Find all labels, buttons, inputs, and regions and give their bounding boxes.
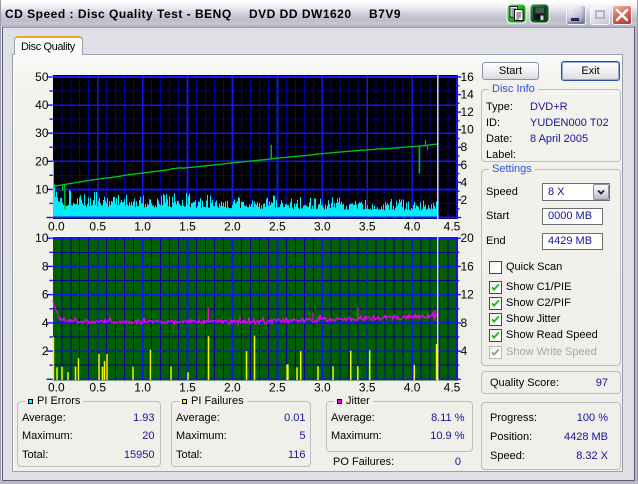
svg-text:0.5: 0.5 <box>89 220 106 234</box>
svg-text:3.0: 3.0 <box>314 381 331 395</box>
svg-text:1.5: 1.5 <box>179 381 196 395</box>
svg-text:10: 10 <box>461 123 475 137</box>
svg-text:8: 8 <box>461 140 468 154</box>
svg-text:4.0: 4.0 <box>404 220 421 234</box>
svg-text:12: 12 <box>461 105 475 119</box>
svg-text:4.5: 4.5 <box>444 381 461 395</box>
svg-text:1.0: 1.0 <box>134 381 151 395</box>
svg-text:2.0: 2.0 <box>224 381 241 395</box>
svg-text:2.5: 2.5 <box>269 220 286 234</box>
svg-text:3.5: 3.5 <box>359 381 376 395</box>
svg-text:4.0: 4.0 <box>404 381 421 395</box>
svg-text:1.0: 1.0 <box>134 220 151 234</box>
svg-text:0.0: 0.0 <box>48 381 65 395</box>
svg-text:16: 16 <box>461 259 475 273</box>
svg-text:2.5: 2.5 <box>269 381 286 395</box>
svg-text:6: 6 <box>461 158 468 172</box>
svg-text:20: 20 <box>461 231 475 245</box>
svg-text:2.0: 2.0 <box>224 220 241 234</box>
svg-text:4: 4 <box>461 175 468 189</box>
svg-text:0.5: 0.5 <box>89 381 106 395</box>
svg-text:14: 14 <box>461 88 475 102</box>
svg-text:16: 16 <box>461 70 475 84</box>
svg-text:3.0: 3.0 <box>314 220 331 234</box>
svg-text:3.5: 3.5 <box>359 220 376 234</box>
svg-text:8: 8 <box>461 316 468 330</box>
svg-text:0.0: 0.0 <box>48 220 65 234</box>
svg-text:4.5: 4.5 <box>444 220 461 234</box>
svg-text:1.5: 1.5 <box>179 220 196 234</box>
svg-text:2: 2 <box>461 193 468 207</box>
svg-text:4: 4 <box>461 344 468 358</box>
svg-text:12: 12 <box>461 288 475 302</box>
